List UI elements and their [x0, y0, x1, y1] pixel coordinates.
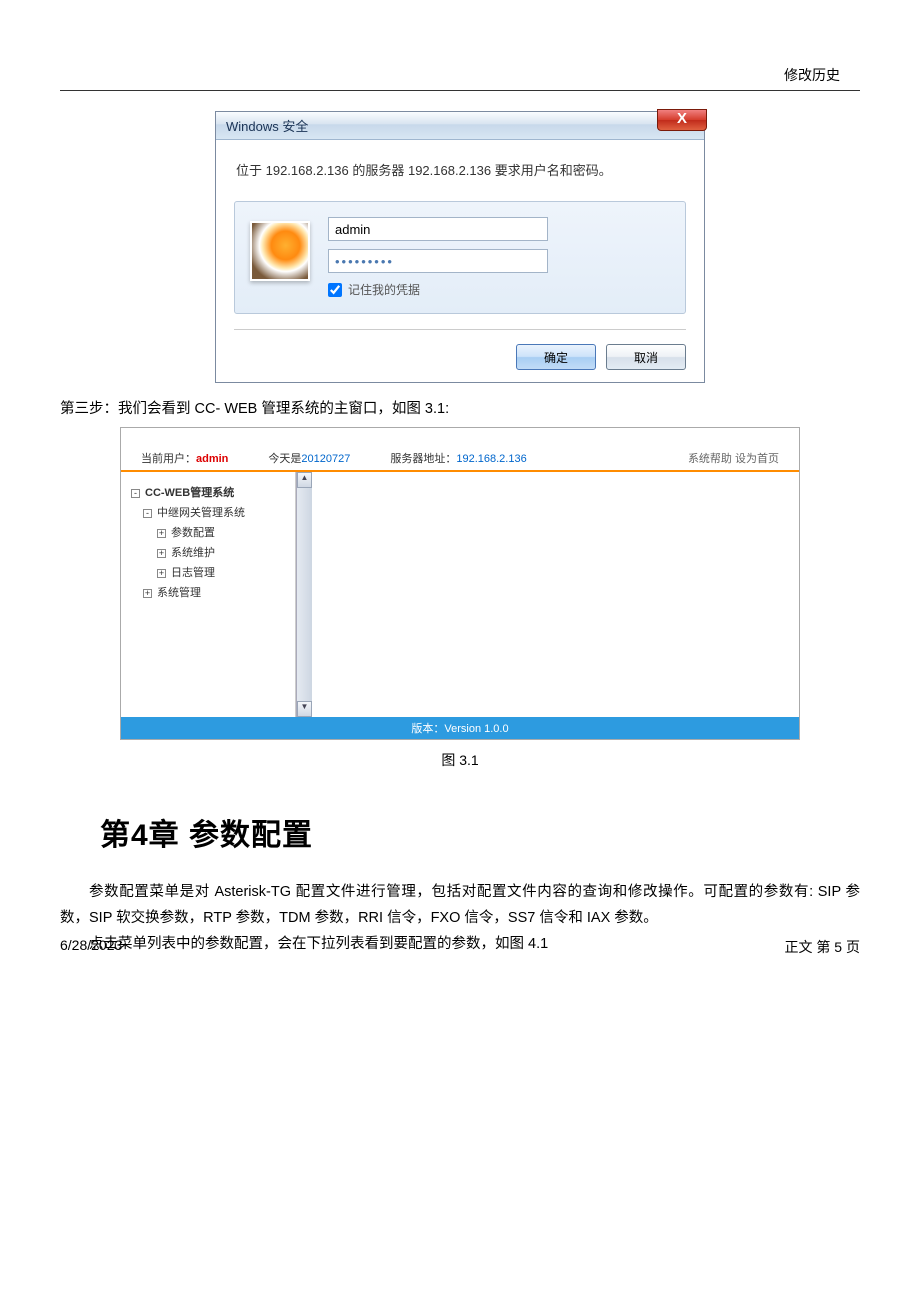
dialog-title: Windows 安全 [226, 116, 308, 135]
tree-root[interactable]: -CC-WEB管理系统 [125, 482, 291, 502]
footer-date: 6/28/2023 [60, 937, 122, 957]
scroll-up-icon[interactable]: ▲ [297, 472, 312, 488]
tree-param-config[interactable]: +参数配置 [125, 522, 291, 542]
version-footer: 版本：Version 1.0.0 [121, 717, 799, 739]
dialog-message: 位于 192.168.2.136 的服务器 192.168.2.136 要求用户… [236, 160, 684, 179]
dialog-titlebar: Windows 安全 [216, 112, 704, 140]
cancel-button[interactable]: 取消 [606, 344, 686, 370]
remember-checkbox[interactable] [328, 283, 342, 297]
remember-label: 记住我的凭据 [348, 281, 420, 298]
current-user: 当前用户：admin [141, 450, 228, 466]
footer-page: 正文 第 5 页 [785, 937, 860, 957]
user-avatar-thumb [250, 221, 310, 281]
para-1: 参数配置菜单是对 Asterisk-TG 配置文件进行管理，包括对配置文件内容的… [60, 879, 860, 931]
tree-system-maint[interactable]: +系统维护 [125, 542, 291, 562]
page-header-right: 修改历史 [784, 65, 840, 85]
ok-button[interactable]: 确定 [516, 344, 596, 370]
chapter-4-heading: 第4章 参数配置 [100, 810, 860, 854]
ccweb-screenshot: 当前用户：admin 今天是20120727 服务器地址：192.168.2.1… [120, 427, 800, 740]
tree-log-mgmt[interactable]: +日志管理 [125, 562, 291, 582]
username-input[interactable] [328, 217, 548, 241]
nav-tree: -CC-WEB管理系统 -中继网关管理系统 +参数配置 +系统维护 +日志管理 … [121, 472, 296, 717]
tree-system-mgmt[interactable]: +系统管理 [125, 582, 291, 602]
server-address: 服务器地址：192.168.2.136 [390, 450, 526, 466]
today-date: 今天是20120727 [268, 450, 350, 466]
header-rule [60, 90, 860, 91]
main-content-area [312, 472, 799, 717]
set-home-link[interactable]: 设为首页 [735, 453, 779, 465]
figure-3-1-caption: 图 3.1 [60, 750, 860, 770]
tree-scrollbar[interactable]: ▲ ▼ [296, 472, 312, 717]
tree-gateway-mgmt[interactable]: -中继网关管理系统 [125, 502, 291, 522]
windows-security-dialog: Windows 安全 X 位于 192.168.2.136 的服务器 192.1… [215, 111, 705, 383]
step3-text: 第三步：我们会看到 CC- WEB 管理系统的主窗口，如图 3.1: [60, 398, 860, 421]
credentials-panel: 记住我的凭据 [234, 201, 686, 314]
password-input[interactable] [328, 249, 548, 273]
help-link[interactable]: 系统帮助 [688, 453, 732, 465]
close-icon[interactable]: X [657, 109, 707, 131]
scroll-down-icon[interactable]: ▼ [297, 701, 312, 717]
